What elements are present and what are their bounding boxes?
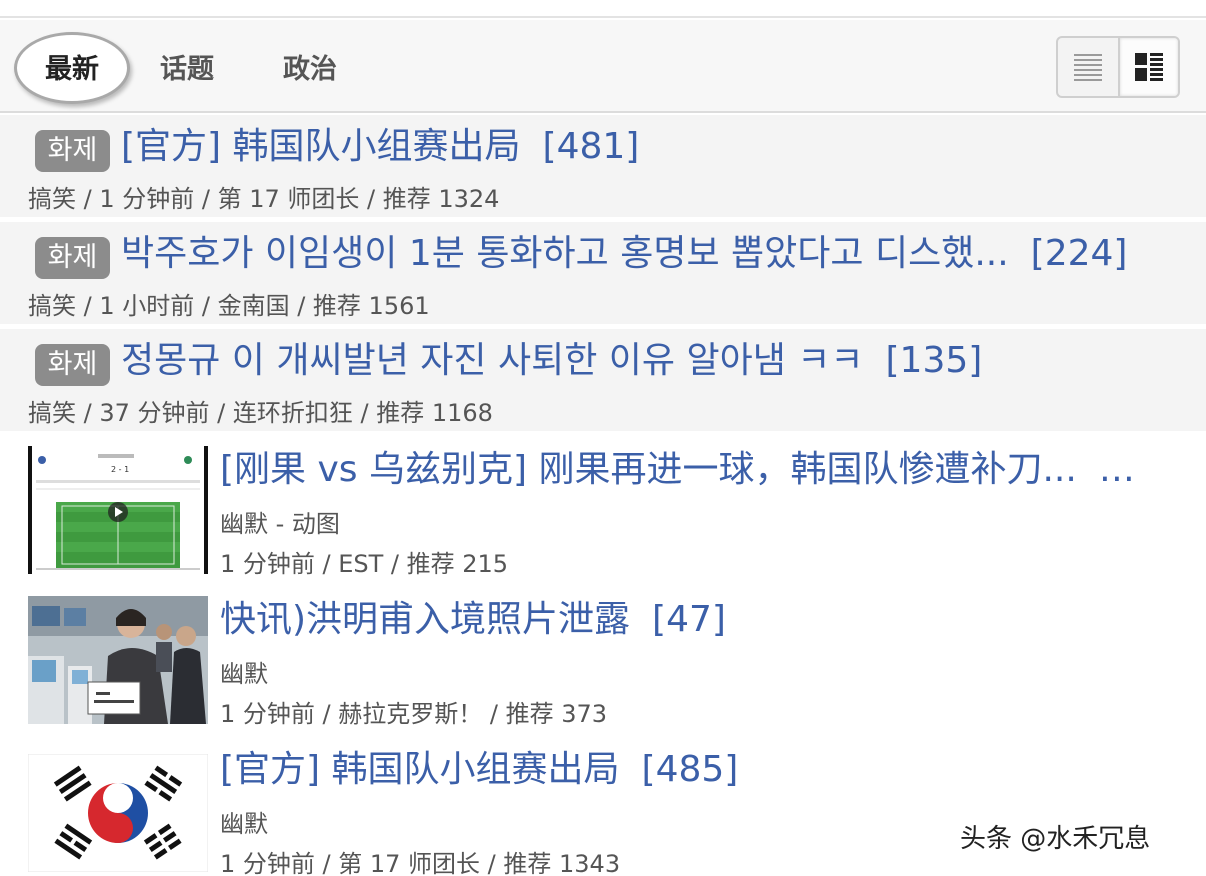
post-meta: 搞笑 / 37 分钟前 / 连环折扣狂 / 推荐 1168: [28, 399, 493, 427]
hot-badge: 화제: [35, 130, 110, 172]
post-title[interactable]: [官方] 韩国队小组赛出局 [481]: [121, 123, 639, 171]
tab-latest[interactable]: 最新: [14, 32, 130, 104]
tab-topics[interactable]: 话题: [160, 20, 214, 113]
post-category: 幽默 - 动图: [220, 510, 340, 538]
post-title[interactable]: [刚果 vs 乌兹别克] 刚果再进一球，韩国队惨遭补刀...…: [220, 446, 1135, 494]
comment-count: [485]: [641, 749, 739, 790]
post-thumbnail[interactable]: 2 - 1: [28, 446, 208, 574]
comment-count: …: [1098, 449, 1135, 490]
post-title[interactable]: 快讯)洪明甫入境照片泄露 [47]: [220, 596, 726, 644]
comment-count: [481]: [542, 126, 640, 167]
post-category: 幽默: [220, 810, 268, 838]
list-item[interactable]: 快讯)洪明甫入境照片泄露 [47] 幽默 1 分钟前 / 赫拉克罗斯！ / 推荐 …: [0, 596, 1206, 746]
hot-badge: 화제: [35, 237, 110, 279]
view-toggle: [1056, 36, 1180, 98]
list-view-button[interactable]: [1058, 38, 1118, 96]
tab-bar: 最新 话题 政治: [0, 20, 1206, 113]
post-thumbnail[interactable]: [28, 754, 208, 876]
list-item[interactable]: 화제 박주호가 이임생이 1분 통화하고 홍명보 뽑았다고 디스했... [224…: [0, 222, 1206, 324]
post-meta: 1 分钟前 / 第 17 师团长 / 推荐 1343: [220, 850, 621, 876]
tab-politics[interactable]: 政治: [283, 20, 337, 113]
list-view-icon: [1073, 54, 1102, 81]
football-match-screenshot: 2 - 1: [28, 446, 208, 574]
list-item[interactable]: 2 - 1 [刚果 vs 乌兹别克] 刚果再进一球，韩国队惨遭补刀...… 幽默…: [0, 446, 1206, 596]
post-title[interactable]: 박주호가 이임생이 1분 통화하고 홍명보 뽑았다고 디스했... [224]: [121, 230, 1127, 278]
post-meta: 1 分钟前 / 赫拉克罗斯！ / 推荐 373: [220, 700, 608, 728]
list-item[interactable]: 화제 [官方] 韩国队小组赛出局 [481] 搞笑 / 1 分钟前 / 第 17 …: [0, 115, 1206, 217]
post-meta: 搞笑 / 1 小时前 / 金南国 / 推荐 1561: [28, 292, 430, 320]
korean-flag: [28, 754, 208, 873]
list-item[interactable]: [官方] 韩国队小组赛出局 [485] 幽默 1 分钟前 / 第 17 师团长 /…: [0, 746, 1206, 876]
comment-count: [224]: [1030, 233, 1128, 274]
post-meta: 1 分钟前 / EST / 推荐 215: [220, 550, 509, 578]
post-meta: 搞笑 / 1 分钟前 / 第 17 师团长 / 推荐 1324: [28, 185, 500, 213]
thumbnail-view-icon: [1134, 53, 1163, 81]
airport-photo: [28, 596, 208, 724]
post-title[interactable]: 정몽규 이 개씨발년 자진 사퇴한 이유 알아냄 ㅋㅋ [135]: [121, 337, 982, 385]
list-item[interactable]: 화제 정몽규 이 개씨발년 자진 사퇴한 이유 알아냄 ㅋㅋ [135] 搞笑 /…: [0, 329, 1206, 431]
thumbnail-view-button[interactable]: [1117, 38, 1178, 96]
comment-count: [47]: [652, 599, 726, 640]
post-thumbnail[interactable]: [28, 596, 208, 724]
post-title[interactable]: [官方] 韩国队小组赛出局 [485]: [220, 746, 738, 794]
post-category: 幽默: [220, 660, 268, 688]
svg-text:2 - 1: 2 - 1: [111, 465, 129, 474]
comment-count: [135]: [885, 340, 983, 381]
watermark: 头条 @水禾冗息: [960, 824, 1151, 854]
top-divider: [0, 0, 1206, 18]
hot-badge: 화제: [35, 344, 110, 386]
